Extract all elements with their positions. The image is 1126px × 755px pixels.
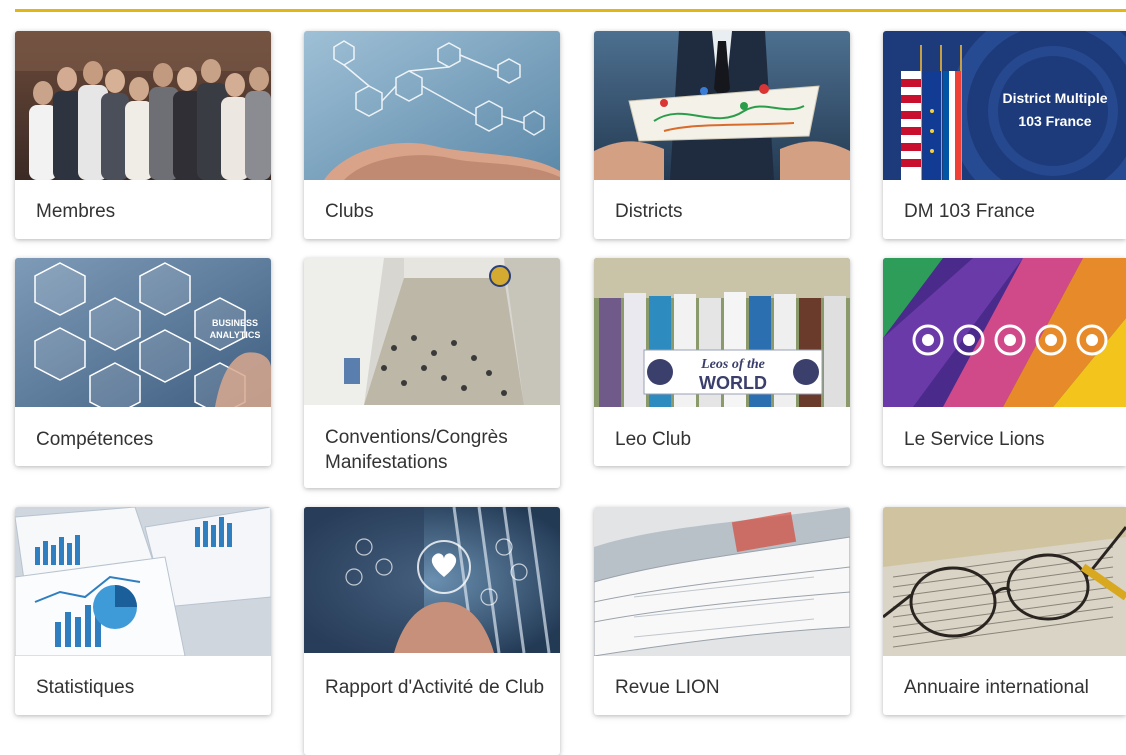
card-districts[interactable]: Districts [594,31,850,239]
card-leo-club[interactable]: Leos of the WORLD Leo Club [594,258,850,466]
card-label: Conventions/Congrès Manifestations [325,427,508,473]
svg-text:WORLD: WORLD [699,373,767,393]
svg-text:BUSINESS: BUSINESS [212,318,258,328]
analytics-hexagons-photo-icon: BUSINESS ANALYTICS [15,258,271,407]
top-accent-rule [15,9,1126,12]
convention-hall-photo-icon [304,258,560,405]
card-membres[interactable]: Membres [15,31,271,239]
flags-photo-icon: District Multiple 103 France [883,31,1126,180]
card-revue-lion[interactable]: Revue LION [594,507,850,715]
card-label: Rapport d'Activité de Club [325,677,545,698]
card-rapport-activite[interactable]: Rapport d'Activité de Club [304,507,560,755]
card-annuaire-international[interactable]: Annuaire international [883,507,1126,715]
card-label: Membres [36,201,116,222]
team-photo-icon [15,31,271,180]
card-statistiques[interactable]: Statistiques [15,507,271,715]
card-label: Leo Club [615,429,692,450]
card-competences[interactable]: BUSINESS ANALYTICS Compétences [15,258,271,466]
card-label: Compétences [36,429,154,450]
card-clubs[interactable]: Clubs [304,31,560,239]
card-label: Clubs [325,201,374,222]
charts-papers-photo-icon [15,507,271,656]
heart-hands-photo-icon [304,507,560,653]
card-label: Annuaire international [904,677,1089,698]
service-causes-photo-icon [883,258,1126,407]
card-label: Revue LION [615,677,720,698]
card-label: Statistiques [36,677,135,698]
svg-text:District Multiple: District Multiple [1002,90,1107,106]
card-label: DM 103 France [904,201,1035,222]
card-conventions[interactable]: Conventions/Congrès Manifestations [304,258,560,488]
svg-text:103 France: 103 France [1018,113,1091,129]
card-le-service-lions[interactable]: Le Service Lions [883,258,1126,466]
map-hands-photo-icon [594,31,850,180]
card-dm-103-france[interactable]: District Multiple 103 France DM 103 Fran… [883,31,1126,239]
card-label: Districts [615,201,683,222]
svg-text:Leos of the: Leos of the [700,357,765,372]
card-label: Le Service Lions [904,429,1045,450]
leo-parade-photo-icon: Leos of the WORLD [594,258,850,407]
network-hand-photo-icon [304,31,560,180]
svg-text:ANALYTICS: ANALYTICS [210,330,261,340]
glasses-book-photo-icon [883,507,1126,656]
magazines-photo-icon [594,507,850,656]
